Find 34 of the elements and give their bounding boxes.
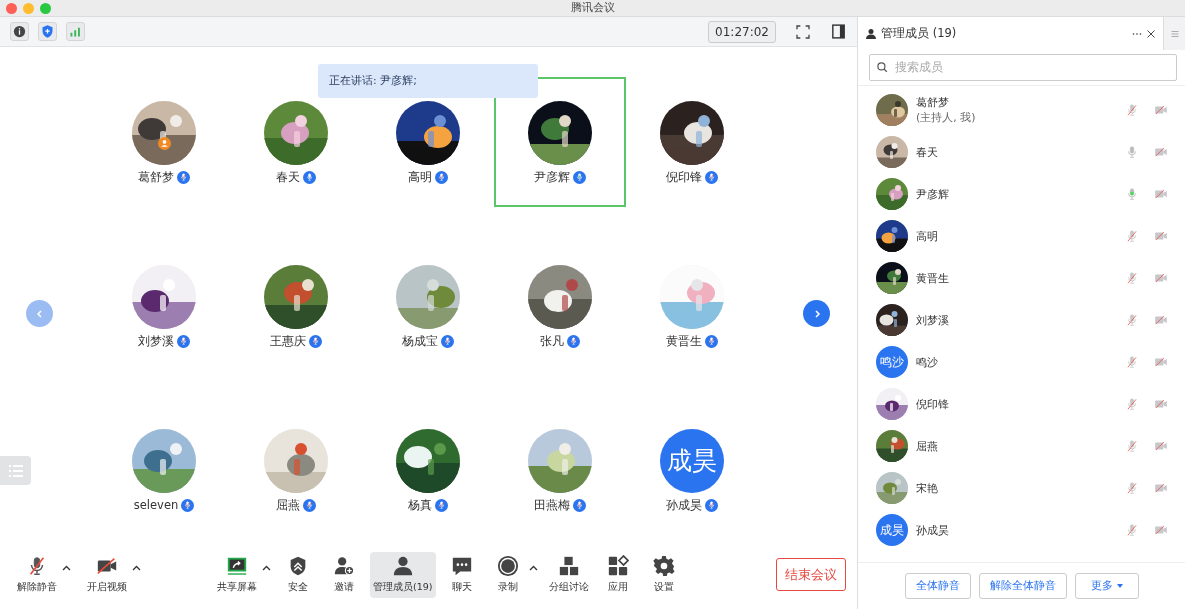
avatar: 鸣沙 (876, 346, 908, 378)
panel-title: 管理成员 (19) (881, 24, 957, 42)
participant-name: 刘梦溪 (138, 333, 174, 350)
speaking-toast: 正在讲话: 尹彦辉; (318, 64, 538, 98)
participant-name: 杨真 (408, 497, 432, 514)
participant-name: 屈燕 (276, 497, 300, 514)
member-name: 春天 (916, 144, 939, 160)
member-name: 鸣沙 (916, 354, 939, 370)
participant-name: 春天 (276, 169, 300, 186)
member-name: 高明 (916, 228, 939, 244)
member-name: 刘梦溪 (916, 312, 950, 328)
participant-name: 王惠庆 (270, 333, 306, 350)
timer: 01:27:02 (708, 20, 776, 43)
member-name: 宋艳 (916, 480, 939, 496)
participant-name: 田燕梅 (534, 497, 570, 514)
participant-name: 高明 (408, 169, 432, 186)
participant-name: 杨成宝 (402, 333, 438, 350)
participant-name: 黄晋生 (666, 333, 702, 350)
participant-name: seleven (133, 497, 179, 514)
member-name: 黄晋生 (916, 270, 950, 286)
participant-name: 孙成昊 (666, 497, 702, 514)
window-title: 腾讯会议 (570, 1, 615, 14)
participant-name: 葛舒梦 (138, 169, 174, 186)
avatar: 成昊 (876, 514, 908, 546)
member-name: 孙成昊 (916, 522, 950, 538)
participant-name: 张凡 (540, 333, 564, 350)
member-name: 尹彦辉 (916, 186, 950, 202)
participant-name: 尹彦辉 (534, 169, 570, 186)
member-name: 屈燕 (916, 438, 939, 454)
member-name: 倪印锋 (916, 396, 950, 412)
member-name: 葛舒梦 (916, 95, 950, 110)
member-role: (主持人, 我) (916, 110, 977, 125)
avatar: 成昊 (660, 429, 724, 493)
participant-name: 倪印锋 (666, 169, 702, 186)
